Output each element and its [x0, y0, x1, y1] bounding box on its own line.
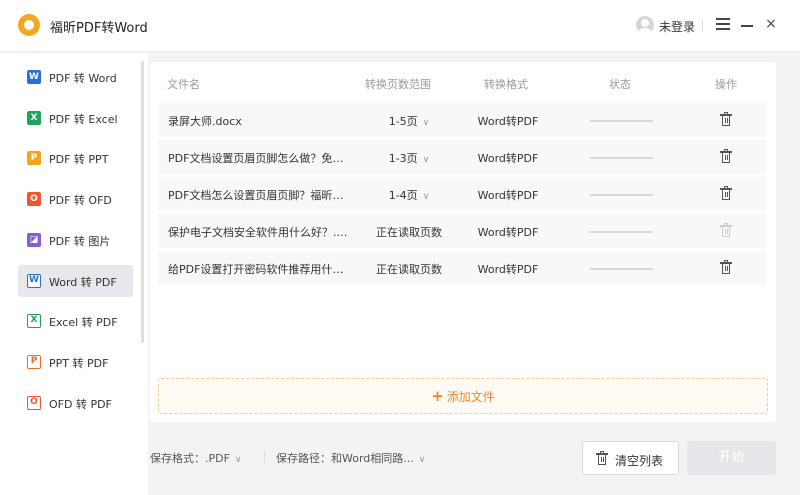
add-file-label: 添加文件: [446, 390, 495, 404]
sidebar-item-label: PDF 转 Excel: [49, 112, 118, 126]
ppt-icon: P: [27, 151, 41, 166]
sidebar-item-ppt-outline[interactable]: P PPT 转 PDF: [18, 346, 133, 378]
title-bar: 福昕PDF转Word 未登录 ×: [0, 0, 800, 52]
plus-icon: +: [431, 387, 444, 405]
file-name: PDF文档怎么设置页眉页脚？福昕保...: [168, 189, 353, 202]
header-action: 操作: [715, 78, 737, 91]
conversion-format: Word转PDF: [477, 152, 539, 165]
delete-icon[interactable]: [720, 149, 732, 164]
status-progress-bar: [590, 268, 653, 270]
status-progress-bar: [590, 231, 653, 233]
sidebar-item-label: Excel 转 PDF: [49, 316, 118, 330]
page-range-selector[interactable]: 1-3页 ∨: [376, 150, 442, 166]
sidebar-item-label: PDF 转 OFD: [49, 194, 112, 208]
save-path-selector[interactable]: 保存路径：和Word相同路... ∨: [276, 450, 425, 466]
save-format-value: .PDF: [205, 452, 230, 465]
excel-outline-icon: X: [27, 314, 41, 329]
word-icon: W: [27, 70, 41, 84]
user-avatar-icon[interactable]: [636, 16, 654, 34]
clear-list-button[interactable]: 清空列表: [582, 441, 679, 475]
image-icon: ◪: [27, 232, 41, 247]
sidebar-item-ppt[interactable]: P PDF 转 PPT: [18, 142, 133, 174]
table-row: 保护电子文档安全软件用什么好？.d... 正在读取页数 Word转PDF: [158, 214, 766, 248]
file-name: 给PDF设置打开密码软件推荐用什么...: [168, 263, 353, 276]
chevron-down-icon: ∨: [422, 118, 430, 128]
status-progress-bar: [590, 120, 653, 122]
chevron-down-icon: ∨: [422, 192, 430, 202]
sidebar-item-image[interactable]: ◪ PDF 转 图片: [18, 224, 133, 256]
delete-icon[interactable]: [720, 260, 732, 275]
sidebar-item-label: PDF 转 PPT: [49, 153, 109, 167]
start-button[interactable]: 开始: [687, 441, 776, 475]
table-row: PDF文档怎么设置页眉页脚？福昕保... 1-4页 ∨ Word转PDF: [158, 177, 766, 211]
header-file-name: 文件名: [167, 78, 200, 91]
page-range-value: 1-3页: [388, 152, 418, 165]
footer-divider: [264, 451, 265, 463]
header-format: 转换格式: [484, 78, 528, 91]
status-progress-bar: [590, 194, 653, 196]
sidebar-item-label: PDF 转 Word: [49, 72, 117, 85]
app-logo-icon: [18, 14, 40, 36]
ofd-icon: O: [27, 192, 41, 207]
save-path-label: 保存路径：: [276, 452, 331, 465]
status-progress-bar: [590, 157, 653, 159]
word-outline-icon: W: [27, 273, 41, 288]
sidebar-item-word[interactable]: W PDF 转 Word: [18, 61, 133, 93]
save-format-selector[interactable]: 保存格式：.PDF ∨: [150, 450, 242, 466]
conversion-format: Word转PDF: [477, 263, 539, 276]
chevron-down-icon: ∨: [234, 455, 242, 465]
delete-icon[interactable]: [720, 186, 732, 201]
file-name: 录屏大师.docx: [168, 115, 242, 128]
ppt-outline-icon: P: [27, 354, 41, 369]
sidebar-item-label: Word 转 PDF: [49, 275, 117, 289]
save-format-label: 保存格式：: [150, 452, 205, 465]
sidebar-scrollbar[interactable]: [141, 61, 144, 343]
ofd-outline-icon: O: [27, 395, 41, 410]
menu-icon[interactable]: [716, 18, 730, 30]
sidebar-item-ofd[interactable]: O PDF 转 OFD: [18, 183, 133, 215]
table-row: 给PDF设置打开密码软件推荐用什么... 正在读取页数 Word转PDF: [158, 251, 766, 285]
page-range-value: 1-5页: [388, 115, 418, 128]
page-range-value: 1-4页: [388, 189, 418, 202]
file-name: 保护电子文档安全软件用什么好？.d...: [168, 226, 353, 239]
save-path-value: 和Word相同路...: [331, 452, 414, 465]
login-link[interactable]: 未登录: [659, 18, 695, 35]
table-row: PDF文档设置页眉页脚怎么做？免费... 1-3页 ∨ Word转PDF: [158, 140, 766, 174]
close-icon[interactable]: ×: [764, 16, 778, 32]
page-range-status: 正在读取页数: [376, 263, 442, 276]
sidebar-item-label: OFD 转 PDF: [49, 397, 112, 411]
page-range-status: 正在读取页数: [376, 226, 442, 239]
sidebar: W PDF 转 Word X PDF 转 Excel P PDF 转 PPT O PDF 转 …: [0, 53, 148, 495]
page-range-selector[interactable]: 1-4页 ∨: [376, 187, 442, 203]
sidebar-item-excel[interactable]: X PDF 转 Excel: [18, 102, 133, 134]
sidebar-item-label: PPT 转 PDF: [49, 356, 109, 370]
sidebar-item-label: PDF 转 图片: [49, 234, 111, 248]
conversion-format: Word转PDF: [477, 226, 539, 239]
sidebar-item-ofd-outline[interactable]: O OFD 转 PDF: [18, 387, 133, 419]
file-list-panel: 文件名 转换页数范围 转换格式 状态 操作 录屏大师.docx 1-5页 ∨ Word…: [150, 62, 776, 422]
clear-list-label: 清空列表: [615, 454, 664, 468]
app-title: 福昕PDF转Word: [50, 21, 148, 36]
delete-icon: [720, 223, 732, 238]
app-window: 福昕PDF转Word 未登录 × W PDF 转 Word X PDF 转 Excel…: [0, 0, 800, 495]
titlebar-divider: [702, 19, 703, 31]
excel-icon: X: [27, 110, 41, 125]
header-status: 状态: [609, 78, 631, 91]
sidebar-item-word-outline[interactable]: W Word 转 PDF: [18, 264, 133, 297]
page-range-selector[interactable]: 1-5页 ∨: [376, 113, 442, 129]
chevron-down-icon: ∨: [418, 455, 426, 465]
delete-icon[interactable]: [720, 112, 732, 127]
header-page-range: 转换页数范围: [365, 78, 431, 91]
add-file-button[interactable]: + 添加文件: [158, 378, 768, 414]
conversion-format: Word转PDF: [477, 189, 539, 202]
trash-icon: [596, 451, 608, 466]
sidebar-item-excel-outline[interactable]: X Excel 转 PDF: [18, 305, 133, 337]
minimize-icon[interactable]: [741, 25, 753, 27]
conversion-format: Word转PDF: [477, 115, 539, 128]
table-row: 录屏大师.docx 1-5页 ∨ Word转PDF: [158, 103, 766, 137]
chevron-down-icon: ∨: [422, 155, 430, 165]
file-name: PDF文档设置页眉页脚怎么做？免费...: [168, 152, 353, 165]
